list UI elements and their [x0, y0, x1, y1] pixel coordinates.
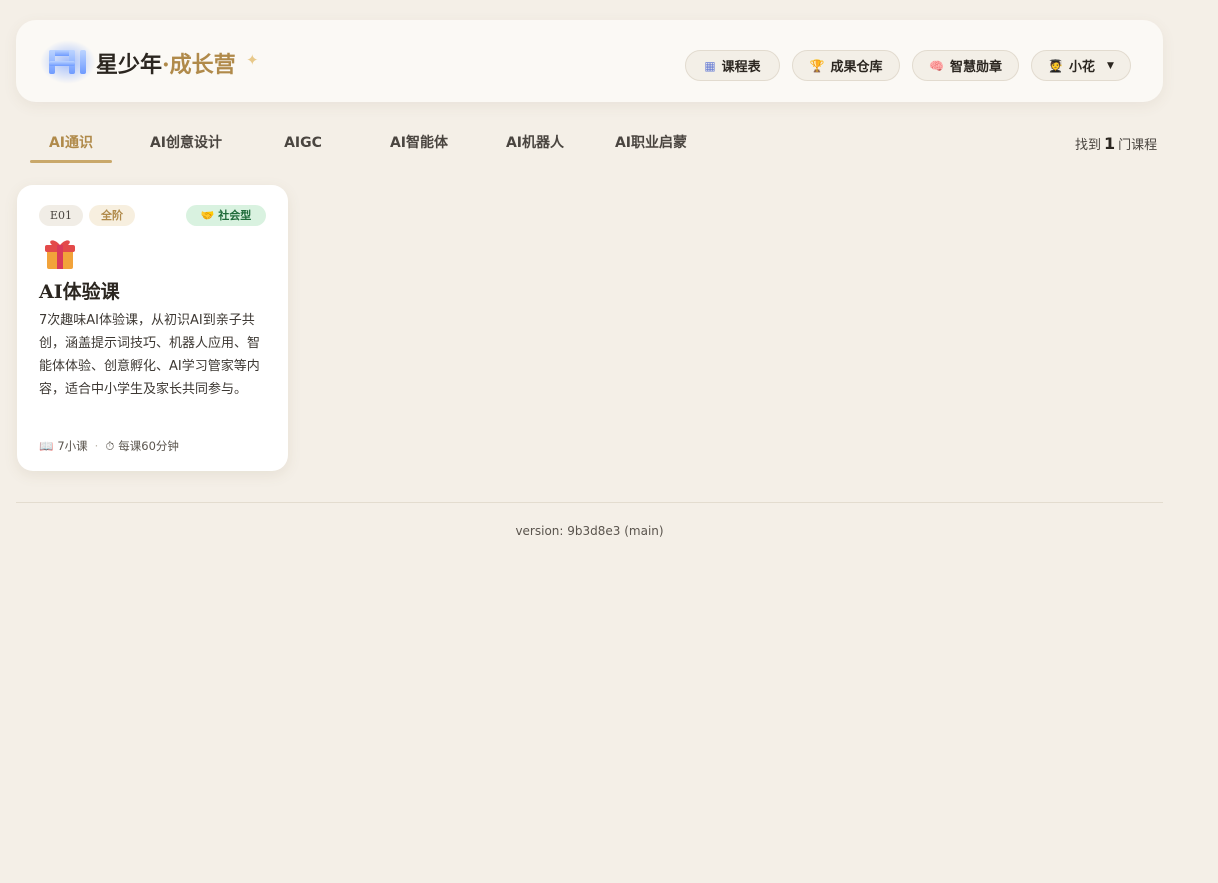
timer-icon: ⏱ — [105, 438, 115, 453]
sparkle-icon: ✦ — [246, 51, 259, 69]
achievements-label: 成果仓库 — [830, 60, 883, 75]
result-number: 1 — [1104, 134, 1116, 153]
tab-aigc[interactable]: AIGC — [255, 132, 351, 154]
course-description: 7次趣味AI体验课，从初识AI到亲子共创，涵盖提示词技巧、机器人应用、智能体体验… — [39, 313, 261, 397]
level-badge: 全阶 — [89, 205, 135, 226]
result-prefix: 找到 — [1075, 138, 1102, 153]
student-avatar-icon: 🧑‍🎓 — [1048, 58, 1063, 73]
badges-label: 智慧勋章 — [949, 60, 1002, 75]
user-menu-button[interactable]: 🧑‍🎓 小花 ▼ — [1031, 50, 1131, 81]
user-name: 小花 — [1069, 60, 1096, 75]
meta-separator: · — [94, 439, 99, 453]
tab-ai-basics[interactable]: AI通识 — [23, 132, 119, 154]
course-code-badge: E01 — [39, 205, 83, 226]
type-badge: 🤝 社会型 — [186, 205, 266, 226]
gift-icon — [45, 240, 75, 269]
top-header: 星少年·成长营 ✦ ▦ 课程表 🏆 成果仓库 🧠 智慧勋章 🧑‍🎓 小花 ▼ — [16, 20, 1163, 102]
tab-ai-creative-design[interactable]: AI创意设计 — [138, 132, 234, 154]
brand-main: 星少年 — [96, 52, 163, 78]
course-title: AI体验课 — [39, 281, 120, 303]
result-suffix: 门课程 — [1118, 138, 1158, 153]
result-count: 找到 1 门课程 — [1075, 134, 1157, 153]
lesson-duration: 每课60分钟 — [118, 439, 179, 453]
course-meta: 📖 7小课 · ⏱ 每课60分钟 — [39, 438, 179, 454]
handshake-icon: 🤝 — [200, 209, 215, 222]
brand-title: 星少年·成长营 — [96, 50, 236, 80]
active-tab-indicator — [30, 160, 112, 163]
trophy-icon: 🏆 — [809, 58, 825, 73]
schedule-button[interactable]: ▦ 课程表 — [685, 50, 780, 81]
type-label: 社会型 — [218, 209, 252, 222]
brain-icon: 🧠 — [929, 58, 944, 73]
schedule-label: 课程表 — [721, 60, 761, 75]
ai-logo-icon[interactable] — [40, 40, 96, 84]
tab-ai-career[interactable]: AI职业启蒙 — [603, 132, 699, 154]
badges-button[interactable]: 🧠 智慧勋章 — [912, 50, 1019, 81]
version-text: version: 9b3d8e3 (main) — [515, 524, 664, 538]
achievements-button[interactable]: 🏆 成果仓库 — [792, 50, 900, 81]
lesson-count: 7小课 — [57, 439, 88, 453]
tab-ai-robot[interactable]: AI机器人 — [487, 132, 583, 154]
calendar-icon: ▦ — [704, 58, 716, 73]
book-icon: 📖 — [39, 439, 54, 453]
chevron-down-icon: ▼ — [1107, 60, 1114, 71]
brand-sub: ·成长营 — [162, 52, 236, 78]
course-card[interactable]: E01 全阶 🤝 社会型 AI体验课 7次趣味AI体验课，从初识AI到亲子共创，… — [17, 185, 288, 471]
footer-divider — [16, 502, 1163, 503]
tab-ai-agent[interactable]: AI智能体 — [371, 132, 467, 154]
